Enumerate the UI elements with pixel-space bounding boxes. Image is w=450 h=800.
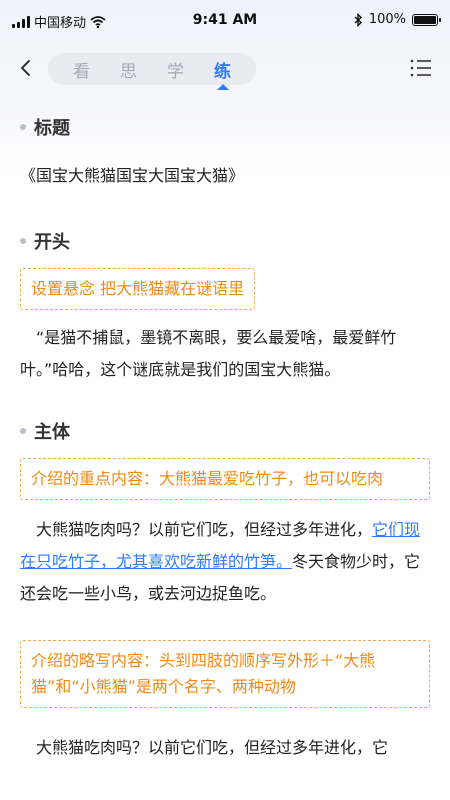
back-icon[interactable] [14,56,38,80]
bullet-dot [20,124,26,130]
heading-title: 标题 [34,118,70,139]
status-right: 100% [354,12,441,27]
opening-tag: 设置悬念 把大熊猫藏在谜语里 [20,268,256,310]
battery-icon [412,13,441,26]
bullet-dot [20,238,26,244]
tab-look[interactable]: 看 [62,57,102,82]
tab-practice[interactable]: 练 [203,57,243,90]
list-menu-icon[interactable] [410,58,432,78]
section-body-heading: 主体 [20,416,430,446]
opening-tag-wrap: 设置悬念 把大熊猫藏在谜语里 [20,268,430,310]
body-tag-brief: 介绍的略写内容：头到四肢的顺序写外形＋“大熊猫”和“小熊猫”是两个名字、两种动物 [20,640,430,708]
battery-percent: 100% [368,12,406,27]
body-tag-focus: 介绍的重点内容：大熊猫最爱吃竹子，也可以吃肉 [20,458,430,500]
section-title-heading: 标题 [20,112,430,142]
heading-body: 主体 [34,422,70,443]
opening-text: “是猫不捕鼠，墨镜不离眼，要么最爱啥，最爱鲜竹叶。”哈哈，这个谜底就是我们的国宝… [20,328,397,379]
nav-bar: 看 思 学 练 [0,48,450,92]
content: 标题 《国宝大熊猫国宝大国宝大猫》 开头 设置悬念 把大熊猫藏在谜语里 “是猫不… [0,112,450,764]
body-para1-before: 大熊猫吃肉吗？以前它们吃，但经过多年进化， [36,520,373,539]
title-text: 《国宝大熊猫国宝大国宝大猫》 [20,166,245,185]
battery-fill [414,15,436,24]
tab-learn[interactable]: 学 [156,57,196,82]
bullet-dot [20,428,26,434]
bluetooth-icon [354,12,362,27]
tab-think[interactable]: 思 [109,57,149,82]
tab-bar: 看 思 学 练 [48,53,256,90]
heading-opening: 开头 [34,232,70,253]
section-opening-heading: 开头 [20,226,430,256]
status-bar: 中国移动 9:41 AM 100% [0,0,450,42]
body-paragraph-1: 大熊猫吃肉吗？以前它们吃，但经过多年进化，它们现在只吃竹子，尤其喜欢吃新鲜的竹笋… [20,514,430,610]
body-paragraph-2: 大熊猫吃肉吗？以前它们吃，但经过多年进化，它 [36,738,389,757]
